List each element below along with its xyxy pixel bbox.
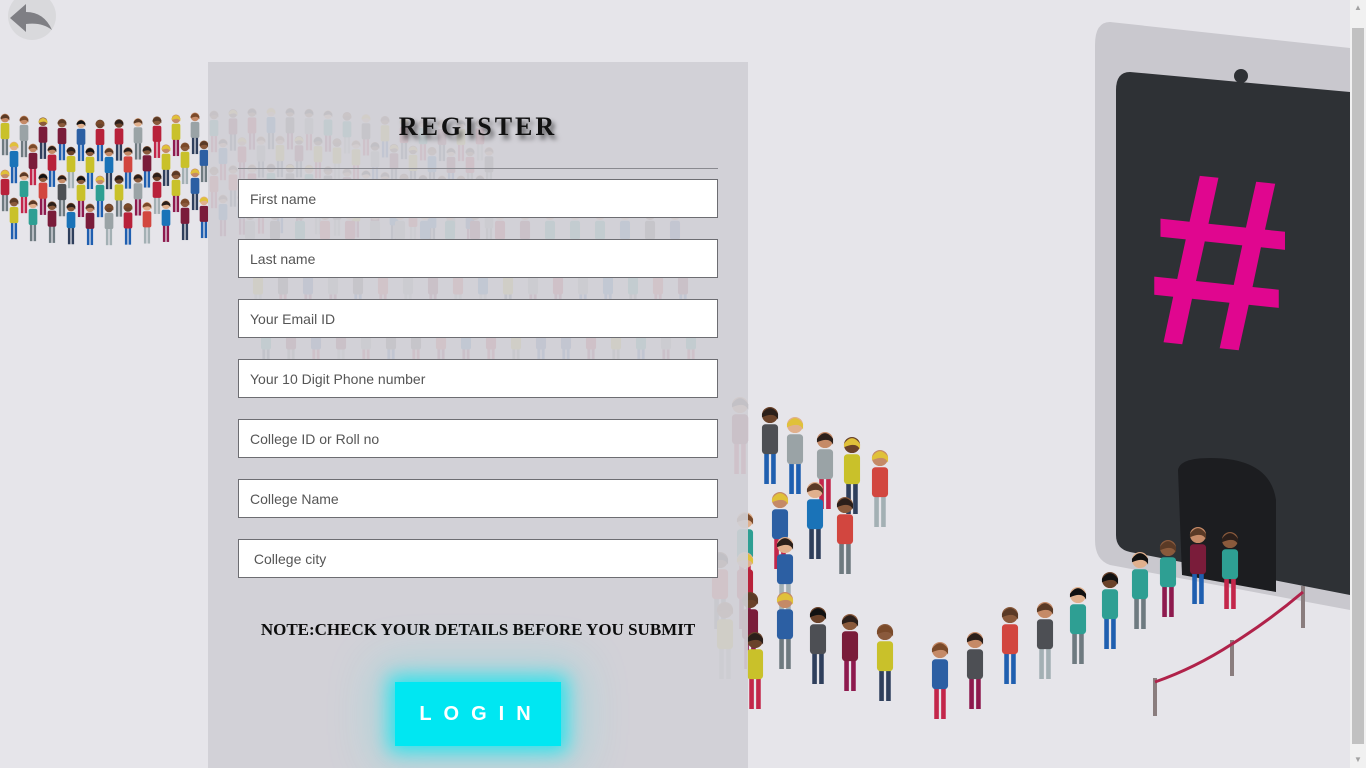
submit-note: NOTE:CHECK YOUR DETAILS BEFORE YOU SUBMI…: [260, 620, 696, 639]
page-title: REGISTER: [398, 112, 558, 141]
rope-barrier: [1153, 586, 1305, 716]
scroll-down-icon[interactable]: ▼: [1350, 752, 1366, 768]
scroll-up-icon[interactable]: ▲: [1350, 0, 1366, 16]
college-id-field[interactable]: [238, 419, 718, 458]
tablet-illustration: #: [1095, 22, 1350, 610]
first-name-field[interactable]: [238, 179, 718, 218]
back-arrow-icon: [8, 0, 56, 40]
email-field[interactable]: [238, 299, 718, 338]
college-name-field[interactable]: [238, 479, 718, 518]
register-panel: REGISTER NOTE:CHECK YOUR DETAILS BEFORE …: [208, 62, 748, 768]
hashtag-text: #: [1150, 115, 1289, 409]
title-divider: [238, 168, 718, 169]
phone-field[interactable]: [238, 359, 718, 398]
college-city-field[interactable]: [238, 539, 718, 578]
scroll-thumb[interactable]: [1352, 28, 1364, 744]
login-button[interactable]: LOGIN: [395, 682, 561, 746]
scrollbar[interactable]: ▲ ▼: [1350, 0, 1366, 768]
back-button[interactable]: [6, 0, 58, 40]
last-name-field[interactable]: [238, 239, 718, 278]
